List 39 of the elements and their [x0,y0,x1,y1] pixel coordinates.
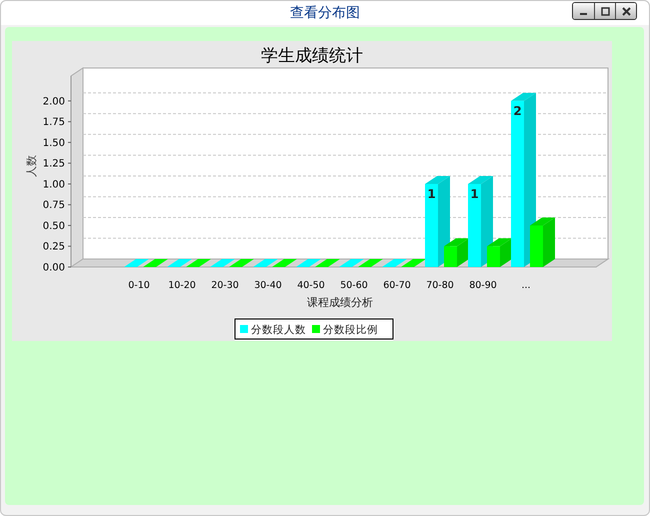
minimize-icon [580,13,587,15]
y-tick-label: 0.25 [42,242,65,253]
y-tick-label: 1.00 [42,179,65,190]
y-tick-label: 0.00 [42,262,65,274]
legend-label: 分数段人数 [251,324,306,336]
x-tick-label: 70-80 [426,280,454,291]
x-tick-label: 80-90 [469,280,497,291]
x-tick-label: 60-70 [383,280,411,291]
y-axis-title: 人数 [25,155,38,177]
y-tick-label: 0.75 [42,200,65,212]
y-tick-label: 2.00 [42,96,65,108]
y-tick-label: 0.50 [42,220,65,232]
bar [487,246,500,267]
x-tick-label: 0-10 [128,280,150,291]
x-tick-label: 10-20 [168,280,196,291]
x-axis-title: 课程成绩分析 [307,296,373,309]
maximize-icon [600,6,610,16]
y-tick-label: 1.50 [42,138,65,149]
legend-label: 分数段比例 [323,324,378,336]
data-label: 1 [427,186,436,201]
legend-swatch [312,325,320,333]
minimize-button[interactable] [573,3,594,19]
data-label: 2 [513,104,522,118]
x-tick-label: 20-30 [211,280,239,291]
chart-title: 学生成绩统计 [261,46,363,66]
x-tick-label: 30-40 [254,280,282,291]
x-tick-label: 40-50 [297,280,325,291]
y-tick-label: 1.25 [42,158,65,170]
close-icon [622,6,630,16]
bar [530,225,543,267]
window-title: 查看分布图 [290,4,360,22]
legend-swatch [240,325,248,333]
close-button[interactable] [615,3,636,19]
bar [444,246,457,267]
x-tick-label: 50-60 [340,280,368,291]
x-tick-label: ... [521,280,531,291]
maximize-button[interactable] [594,3,615,19]
y-tick-label: 1.75 [42,117,65,128]
data-label: 1 [470,186,479,201]
